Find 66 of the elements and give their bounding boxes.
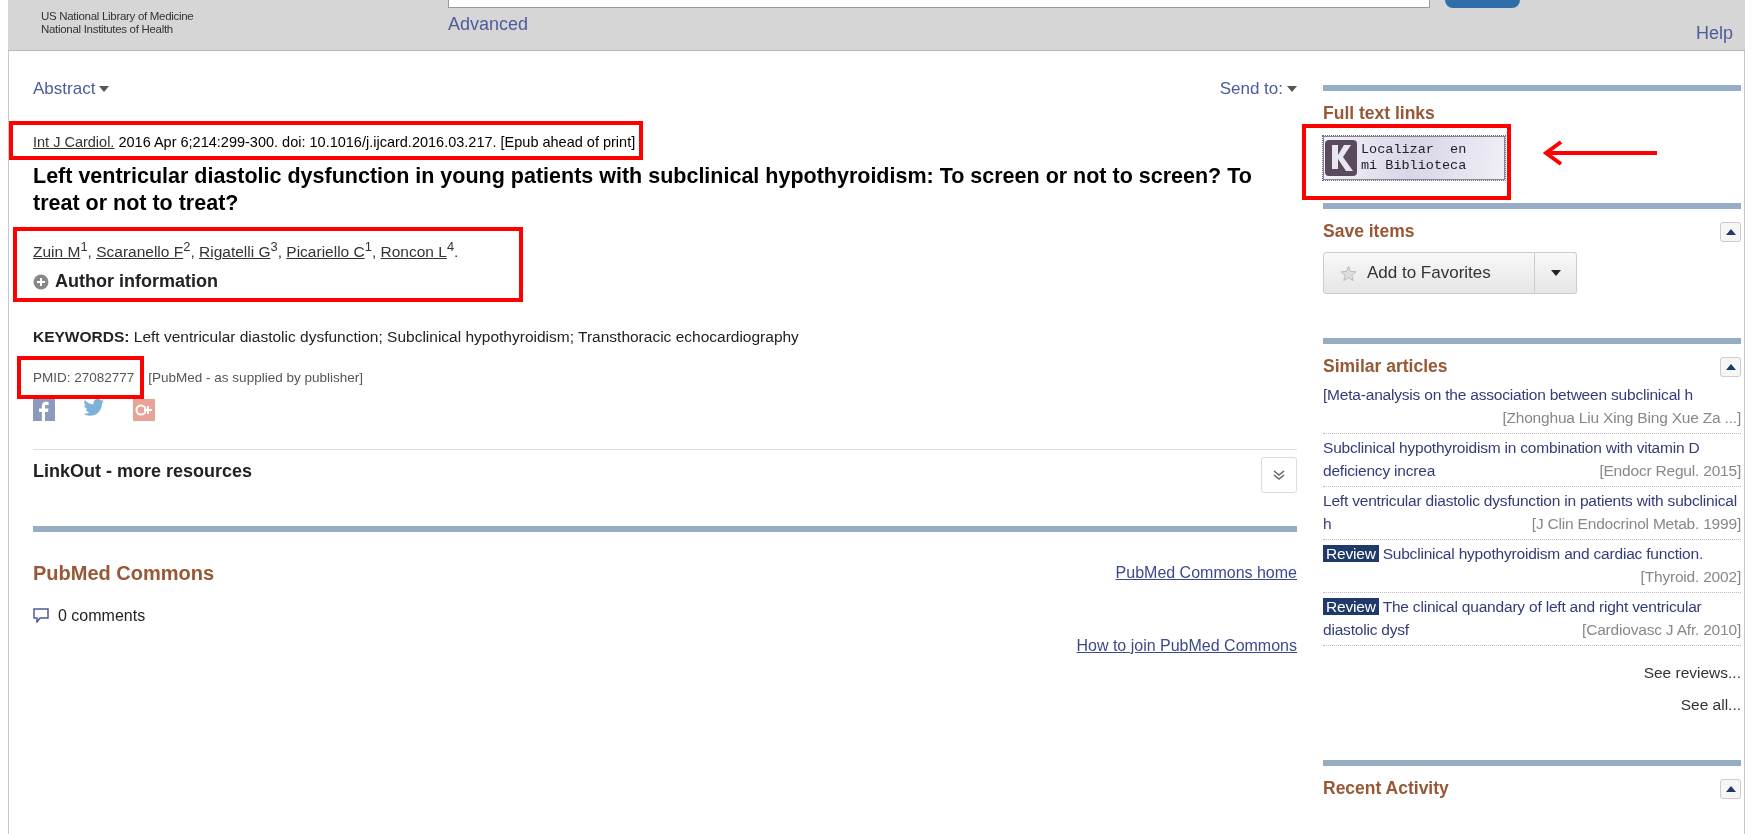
author-information-toggle[interactable]: Author information bbox=[33, 271, 218, 293]
collapse-button[interactable] bbox=[1720, 356, 1741, 377]
organization-name: US National Library of Medicine bbox=[41, 10, 195, 23]
see-reviews-link[interactable]: See reviews... bbox=[1323, 664, 1741, 682]
separator: , bbox=[87, 243, 92, 261]
library-logo bbox=[1324, 139, 1358, 177]
citation: Int J Cardiol. 2016 Apr 6;214:299-300. doi: 10.1016/j.ijcard.2016.03.217. [Epub ahead of print] bbox=[33, 134, 636, 150]
library-link[interactable]: Localizar en mi Biblioteca bbox=[1323, 136, 1505, 180]
author-link[interactable]: Zuin M bbox=[33, 243, 81, 261]
keywords: KEYWORDS: Left ventricular diastolic dysfunction; Subclinical hypothyroidism; Transthoracic echocardiography bbox=[33, 327, 800, 346]
double-chevron-icon bbox=[1273, 468, 1285, 481]
caret-icon bbox=[1550, 270, 1561, 276]
separator: , bbox=[190, 243, 195, 261]
expand-button[interactable] bbox=[1261, 456, 1297, 493]
collapse-button[interactable] bbox=[1720, 778, 1741, 799]
similar-article-link[interactable]: Left ventricular diastolic dysfunction in patients with subclinical h [J Clin Endocrinol Metab. 1999] bbox=[1323, 487, 1741, 540]
see-all-link[interactable]: See all... bbox=[1323, 696, 1741, 714]
linkout-title: LinkOut - more resources bbox=[33, 461, 253, 483]
caret-icon bbox=[1287, 86, 1297, 92]
organization-name: National Institutes of Health bbox=[41, 23, 174, 36]
affiliation-number: 2 bbox=[183, 239, 191, 254]
affiliation-number: 3 bbox=[270, 239, 278, 254]
caret-icon bbox=[99, 86, 110, 92]
comment-icon bbox=[33, 608, 49, 624]
comment-count: 0 comments bbox=[58, 606, 146, 625]
similar-article-link[interactable]: Subclinical hypothyroidism in combination with vitamin D deficiency increa [Endocr Regul. 2015] bbox=[1323, 434, 1741, 487]
triangle-icon bbox=[1725, 785, 1736, 792]
publication-status: [PubMed - as supplied by publisher] bbox=[148, 369, 363, 385]
author-link[interactable]: Roncon L bbox=[380, 243, 447, 261]
commons-home-link[interactable]: PubMed Commons home bbox=[1115, 564, 1297, 583]
format-menu[interactable]: Abstract bbox=[33, 79, 110, 99]
plus-icon bbox=[33, 273, 49, 290]
similar-article-link[interactable]: Review The clinical quandary of left and right ventricular diastolic dysf [Cardiovasc J Afr. 2010] bbox=[1323, 593, 1741, 646]
recent-activity-title: Recent Activity bbox=[1323, 778, 1449, 799]
facebook-icon[interactable] bbox=[33, 398, 55, 421]
similar-articles-title: Similar articles bbox=[1323, 356, 1448, 377]
twitter-icon[interactable] bbox=[83, 398, 105, 417]
similar-article-link[interactable]: Review Subclinical hypothyroidism and cardiac function. [Thyroid. 2002] bbox=[1323, 540, 1741, 593]
search-button[interactable] bbox=[1445, 0, 1520, 8]
advanced-link[interactable]: Advanced bbox=[448, 14, 1430, 35]
add-to-favorites-button[interactable]: Add to Favorites bbox=[1323, 252, 1535, 294]
similar-article-link[interactable]: [Meta-analysis on the association between subclinical h [Zhonghua Liu Xing Bing Xue Za ...] bbox=[1323, 381, 1741, 434]
google-plus-icon[interactable] bbox=[133, 398, 155, 421]
full-text-links-title: Full text links bbox=[1323, 103, 1435, 124]
separator: . bbox=[454, 243, 459, 261]
triangle-icon bbox=[1725, 228, 1736, 235]
search-field[interactable] bbox=[448, 0, 1430, 8]
triangle-icon bbox=[1725, 363, 1736, 370]
affiliation-number: 1 bbox=[364, 239, 372, 254]
article-title: Left ventricular diastolic dysfunction in young patients with subclinical hypothyroidism: To screen or not to screen? To treat or not to treat? bbox=[33, 163, 1253, 217]
affiliation-number: 4 bbox=[446, 239, 455, 254]
help-link[interactable]: Help bbox=[1695, 23, 1733, 44]
separator: , bbox=[277, 243, 282, 261]
send-to-menu[interactable]: Send to: bbox=[1219, 79, 1297, 99]
separator: , bbox=[371, 243, 377, 261]
commons-title: PubMed Commons bbox=[33, 561, 215, 585]
author-link[interactable]: Scaranello F bbox=[96, 243, 184, 261]
collapse-button[interactable] bbox=[1720, 221, 1741, 242]
author-link[interactable]: Picariello C bbox=[286, 243, 365, 261]
save-items-title: Save items bbox=[1323, 221, 1415, 242]
join-commons-link[interactable]: How to join PubMed Commons bbox=[1076, 636, 1297, 655]
affiliation-number: 1 bbox=[80, 239, 88, 254]
author-link[interactable]: Rigatelli G bbox=[199, 243, 271, 261]
star-icon bbox=[1340, 264, 1357, 282]
pmid: PMID: 27082777 bbox=[33, 369, 135, 385]
journal-link[interactable]: Int J Cardiol. bbox=[33, 134, 115, 150]
